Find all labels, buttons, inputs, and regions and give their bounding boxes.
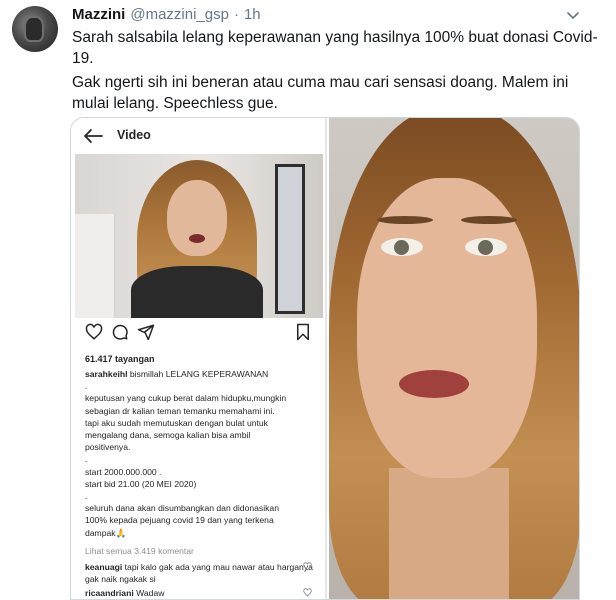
comment-item: keanuagi tapi kalo gak ada yang mau nawa… bbox=[85, 561, 313, 585]
caption-line: start bid 21.00 (20 MEI 2020) bbox=[85, 478, 197, 489]
back-arrow-icon bbox=[84, 129, 103, 143]
tweet-timestamp[interactable]: 1h bbox=[244, 6, 261, 23]
share-icon bbox=[137, 324, 155, 341]
comment-username: keanuagi bbox=[85, 562, 123, 572]
comment-icon bbox=[112, 324, 128, 340]
tweet-paragraph: Sarah salsabila lelang keperawanan yang … bbox=[72, 29, 598, 67]
comment-username: ricaandriani bbox=[85, 588, 134, 598]
bookmark-icon bbox=[297, 323, 309, 341]
caption-line: mengalang dana, semoga kalian bisa ambil bbox=[85, 430, 251, 441]
caption-line: . bbox=[85, 454, 88, 465]
closeup-video-still[interactable] bbox=[329, 118, 579, 599]
caption-line: sebagian dr kalian teman temanku memaham… bbox=[85, 405, 275, 416]
tweet-media[interactable]: Video 61.417 tayangan sarahkeihl bismill… bbox=[70, 117, 580, 600]
caption-line: keputusan yang cukup berat dalam hidupku… bbox=[85, 393, 287, 404]
caption-text: bismillah LELANG KEPERAWANAN bbox=[129, 369, 269, 379]
caption-line: seluruh dana akan disumbangkan dan didon… bbox=[85, 503, 279, 514]
user-handle[interactable]: @mazzini_gsp bbox=[130, 6, 229, 23]
tweet-paragraph: Gak ngerti sih ini beneran atau cuma mau… bbox=[72, 74, 569, 112]
heart-icon bbox=[85, 323, 103, 340]
instagram-top-bar: Video bbox=[71, 118, 327, 154]
display-name[interactable]: Mazzini bbox=[72, 6, 125, 23]
caption-line: start 2000.000.000 . bbox=[85, 466, 162, 477]
instagram-action-bar bbox=[71, 323, 327, 347]
tweet-text: Sarah salsabila lelang keperawanan yang … bbox=[72, 28, 602, 114]
tweet: Mazzini @mazzini_gsp · 1h Sarah salsabil… bbox=[0, 0, 616, 600]
view-count: 61.417 tayangan bbox=[85, 354, 155, 364]
caption-line: tapi aku sudah memutuskan dengan bulat u… bbox=[85, 417, 268, 428]
heart-icon bbox=[303, 562, 312, 571]
tweet-header: Mazzini @mazzini_gsp · 1h bbox=[72, 6, 261, 26]
instagram-screenshot[interactable]: Video 61.417 tayangan sarahkeihl bismill… bbox=[71, 118, 327, 599]
caption-line: . bbox=[85, 491, 88, 502]
caption-username: sarahkeihl bbox=[85, 369, 128, 379]
caption-line: 100% kepada pejuang covid 19 dan yang te… bbox=[85, 515, 274, 526]
heart-icon bbox=[303, 588, 312, 597]
instagram-title: Video bbox=[117, 128, 151, 142]
chevron-down-icon[interactable] bbox=[566, 8, 580, 22]
instagram-video-thumbnail bbox=[75, 154, 323, 318]
separator-dot: · bbox=[233, 6, 239, 23]
caption-line: . bbox=[85, 381, 88, 392]
view-all-comments: Lihat semua 3.419 komentar bbox=[85, 546, 194, 556]
caption-line: dampak🙏 bbox=[85, 527, 127, 538]
comment-text: Wadaw bbox=[136, 588, 165, 598]
comment-item: ricaandriani Wadaw bbox=[85, 587, 313, 599]
caption-line: positivenya. bbox=[85, 442, 131, 453]
avatar[interactable] bbox=[12, 6, 58, 52]
instagram-caption: sarahkeihl bismillah LELANG KEPERAWANAN … bbox=[85, 368, 321, 539]
